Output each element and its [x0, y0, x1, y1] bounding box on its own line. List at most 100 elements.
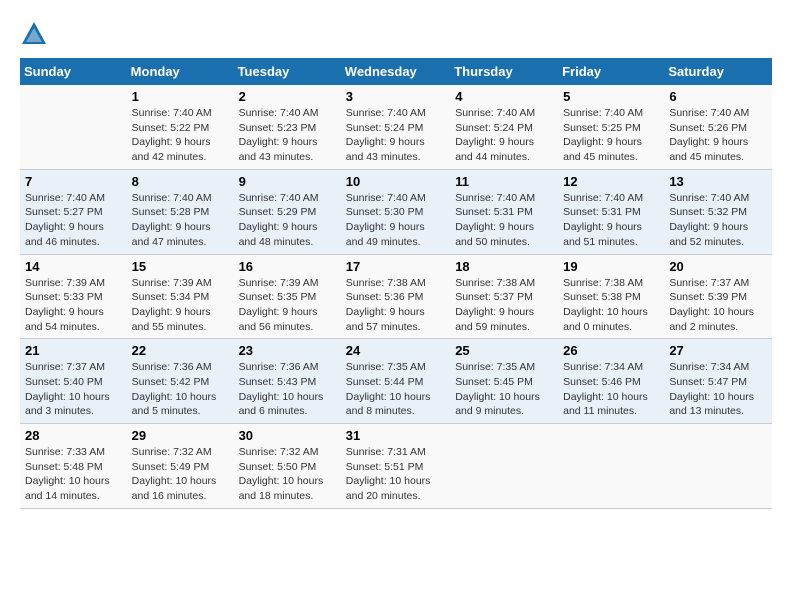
day-number: 17: [346, 259, 445, 274]
day-number: 24: [346, 343, 445, 358]
day-info: Sunrise: 7:38 AMSunset: 5:37 PMDaylight:…: [455, 276, 553, 335]
calendar-cell: 19 Sunrise: 7:38 AMSunset: 5:38 PMDayligh…: [558, 254, 664, 339]
day-info: Sunrise: 7:40 AMSunset: 5:24 PMDaylight:…: [455, 106, 553, 165]
logo-icon: [20, 20, 48, 48]
calendar-cell: 3 Sunrise: 7:40 AMSunset: 5:24 PMDaylight…: [341, 85, 450, 169]
calendar-cell: [664, 424, 772, 509]
day-number: 23: [239, 343, 336, 358]
day-info: Sunrise: 7:40 AMSunset: 5:26 PMDaylight:…: [669, 106, 767, 165]
week-row-2: 7 Sunrise: 7:40 AMSunset: 5:27 PMDaylight…: [20, 169, 772, 254]
calendar-cell: 17 Sunrise: 7:38 AMSunset: 5:36 PMDayligh…: [341, 254, 450, 339]
day-info: Sunrise: 7:32 AMSunset: 5:50 PMDaylight:…: [239, 445, 336, 504]
day-number: 27: [669, 343, 767, 358]
day-number: 8: [132, 174, 229, 189]
calendar-cell: 12 Sunrise: 7:40 AMSunset: 5:31 PMDayligh…: [558, 169, 664, 254]
day-info: Sunrise: 7:40 AMSunset: 5:27 PMDaylight:…: [25, 191, 122, 250]
calendar-cell: 26Sunrise: 7:34 AMSunset: 5:46 PMDayligh…: [558, 339, 664, 424]
day-info: Sunrise: 7:40 AMSunset: 5:29 PMDaylight:…: [239, 191, 336, 250]
day-number: 19: [563, 259, 659, 274]
day-info: Sunrise: 7:40 AMSunset: 5:24 PMDaylight:…: [346, 106, 445, 165]
week-row-3: 14 Sunrise: 7:39 AMSunset: 5:33 PMDayligh…: [20, 254, 772, 339]
day-number: 15: [132, 259, 229, 274]
day-info: Sunrise: 7:34 AMSunset: 5:47 PMDaylight:…: [669, 360, 767, 419]
day-info: Sunrise: 7:40 AMSunset: 5:32 PMDaylight:…: [669, 191, 767, 250]
day-info: Sunrise: 7:37 AMSunset: 5:40 PMDaylight:…: [25, 360, 122, 419]
day-number: 12: [563, 174, 659, 189]
day-info: Sunrise: 7:31 AMSunset: 5:51 PMDaylight:…: [346, 445, 445, 504]
day-number: 6: [669, 89, 767, 104]
day-number: 20: [669, 259, 767, 274]
day-info: Sunrise: 7:38 AMSunset: 5:38 PMDaylight:…: [563, 276, 659, 335]
day-info: Sunrise: 7:39 AMSunset: 5:34 PMDaylight:…: [132, 276, 229, 335]
day-number: 1: [132, 89, 229, 104]
day-info: Sunrise: 7:33 AMSunset: 5:48 PMDaylight:…: [25, 445, 122, 504]
day-number: 30: [239, 428, 336, 443]
calendar-cell: 13 Sunrise: 7:40 AMSunset: 5:32 PMDayligh…: [664, 169, 772, 254]
day-number: 21: [25, 343, 122, 358]
week-row-5: 28 Sunrise: 7:33 AMSunset: 5:48 PMDayligh…: [20, 424, 772, 509]
day-header-saturday: Saturday: [664, 58, 772, 85]
day-number: 22: [132, 343, 229, 358]
day-info: Sunrise: 7:35 AMSunset: 5:44 PMDaylight:…: [346, 360, 445, 419]
calendar-cell: 31 Sunrise: 7:31 AMSunset: 5:51 PMDayligh…: [341, 424, 450, 509]
day-info: Sunrise: 7:40 AMSunset: 5:22 PMDaylight:…: [132, 106, 229, 165]
calendar-cell: 15 Sunrise: 7:39 AMSunset: 5:34 PMDayligh…: [127, 254, 234, 339]
day-header-thursday: Thursday: [450, 58, 558, 85]
day-info: Sunrise: 7:40 AMSunset: 5:31 PMDaylight:…: [563, 191, 659, 250]
calendar-cell: [20, 85, 127, 169]
day-number: 3: [346, 89, 445, 104]
calendar-cell: 23 Sunrise: 7:36 AMSunset: 5:43 PMDayligh…: [234, 339, 341, 424]
day-info: Sunrise: 7:37 AMSunset: 5:39 PMDaylight:…: [669, 276, 767, 335]
calendar-cell: 20 Sunrise: 7:37 AMSunset: 5:39 PMDayligh…: [664, 254, 772, 339]
day-number: 31: [346, 428, 445, 443]
calendar-cell: 29 Sunrise: 7:32 AMSunset: 5:49 PMDayligh…: [127, 424, 234, 509]
day-number: 14: [25, 259, 122, 274]
calendar-cell: 4Sunrise: 7:40 AMSunset: 5:24 PMDaylight…: [450, 85, 558, 169]
page-header: [20, 20, 772, 48]
day-info: Sunrise: 7:40 AMSunset: 5:28 PMDaylight:…: [132, 191, 229, 250]
calendar-table: SundayMondayTuesdayWednesdayThursdayFrid…: [20, 58, 772, 509]
day-info: Sunrise: 7:39 AMSunset: 5:33 PMDaylight:…: [25, 276, 122, 335]
calendar-cell: [558, 424, 664, 509]
week-row-4: 21 Sunrise: 7:37 AMSunset: 5:40 PMDayligh…: [20, 339, 772, 424]
calendar-cell: 25Sunrise: 7:35 AMSunset: 5:45 PMDayligh…: [450, 339, 558, 424]
day-number: 25: [455, 343, 553, 358]
day-number: 2: [239, 89, 336, 104]
day-number: 5: [563, 89, 659, 104]
day-number: 11: [455, 174, 553, 189]
calendar-cell: 14 Sunrise: 7:39 AMSunset: 5:33 PMDayligh…: [20, 254, 127, 339]
calendar-cell: 10 Sunrise: 7:40 AMSunset: 5:30 PMDayligh…: [341, 169, 450, 254]
day-number: 29: [132, 428, 229, 443]
calendar-cell: 18 Sunrise: 7:38 AMSunset: 5:37 PMDayligh…: [450, 254, 558, 339]
calendar-cell: 9 Sunrise: 7:40 AMSunset: 5:29 PMDaylight…: [234, 169, 341, 254]
day-header-monday: Monday: [127, 58, 234, 85]
calendar-cell: 2Sunrise: 7:40 AMSunset: 5:23 PMDaylight…: [234, 85, 341, 169]
calendar-cell: 30 Sunrise: 7:32 AMSunset: 5:50 PMDayligh…: [234, 424, 341, 509]
day-info: Sunrise: 7:32 AMSunset: 5:49 PMDaylight:…: [132, 445, 229, 504]
calendar-cell: 8 Sunrise: 7:40 AMSunset: 5:28 PMDaylight…: [127, 169, 234, 254]
day-info: Sunrise: 7:36 AMSunset: 5:43 PMDaylight:…: [239, 360, 336, 419]
logo: [20, 20, 50, 48]
calendar-cell: 24 Sunrise: 7:35 AMSunset: 5:44 PMDayligh…: [341, 339, 450, 424]
calendar-cell: 28 Sunrise: 7:33 AMSunset: 5:48 PMDayligh…: [20, 424, 127, 509]
calendar-cell: 11 Sunrise: 7:40 AMSunset: 5:31 PMDayligh…: [450, 169, 558, 254]
header-row: SundayMondayTuesdayWednesdayThursdayFrid…: [20, 58, 772, 85]
day-header-sunday: Sunday: [20, 58, 127, 85]
day-header-wednesday: Wednesday: [341, 58, 450, 85]
day-number: 18: [455, 259, 553, 274]
day-info: Sunrise: 7:40 AMSunset: 5:31 PMDaylight:…: [455, 191, 553, 250]
day-number: 28: [25, 428, 122, 443]
day-info: Sunrise: 7:40 AMSunset: 5:30 PMDaylight:…: [346, 191, 445, 250]
day-header-tuesday: Tuesday: [234, 58, 341, 85]
day-info: Sunrise: 7:38 AMSunset: 5:36 PMDaylight:…: [346, 276, 445, 335]
day-number: 10: [346, 174, 445, 189]
day-info: Sunrise: 7:40 AMSunset: 5:25 PMDaylight:…: [563, 106, 659, 165]
day-number: 26: [563, 343, 659, 358]
calendar-cell: [450, 424, 558, 509]
calendar-cell: 22Sunrise: 7:36 AMSunset: 5:42 PMDayligh…: [127, 339, 234, 424]
day-header-friday: Friday: [558, 58, 664, 85]
day-number: 7: [25, 174, 122, 189]
day-number: 9: [239, 174, 336, 189]
day-number: 13: [669, 174, 767, 189]
calendar-cell: 5 Sunrise: 7:40 AMSunset: 5:25 PMDaylight…: [558, 85, 664, 169]
